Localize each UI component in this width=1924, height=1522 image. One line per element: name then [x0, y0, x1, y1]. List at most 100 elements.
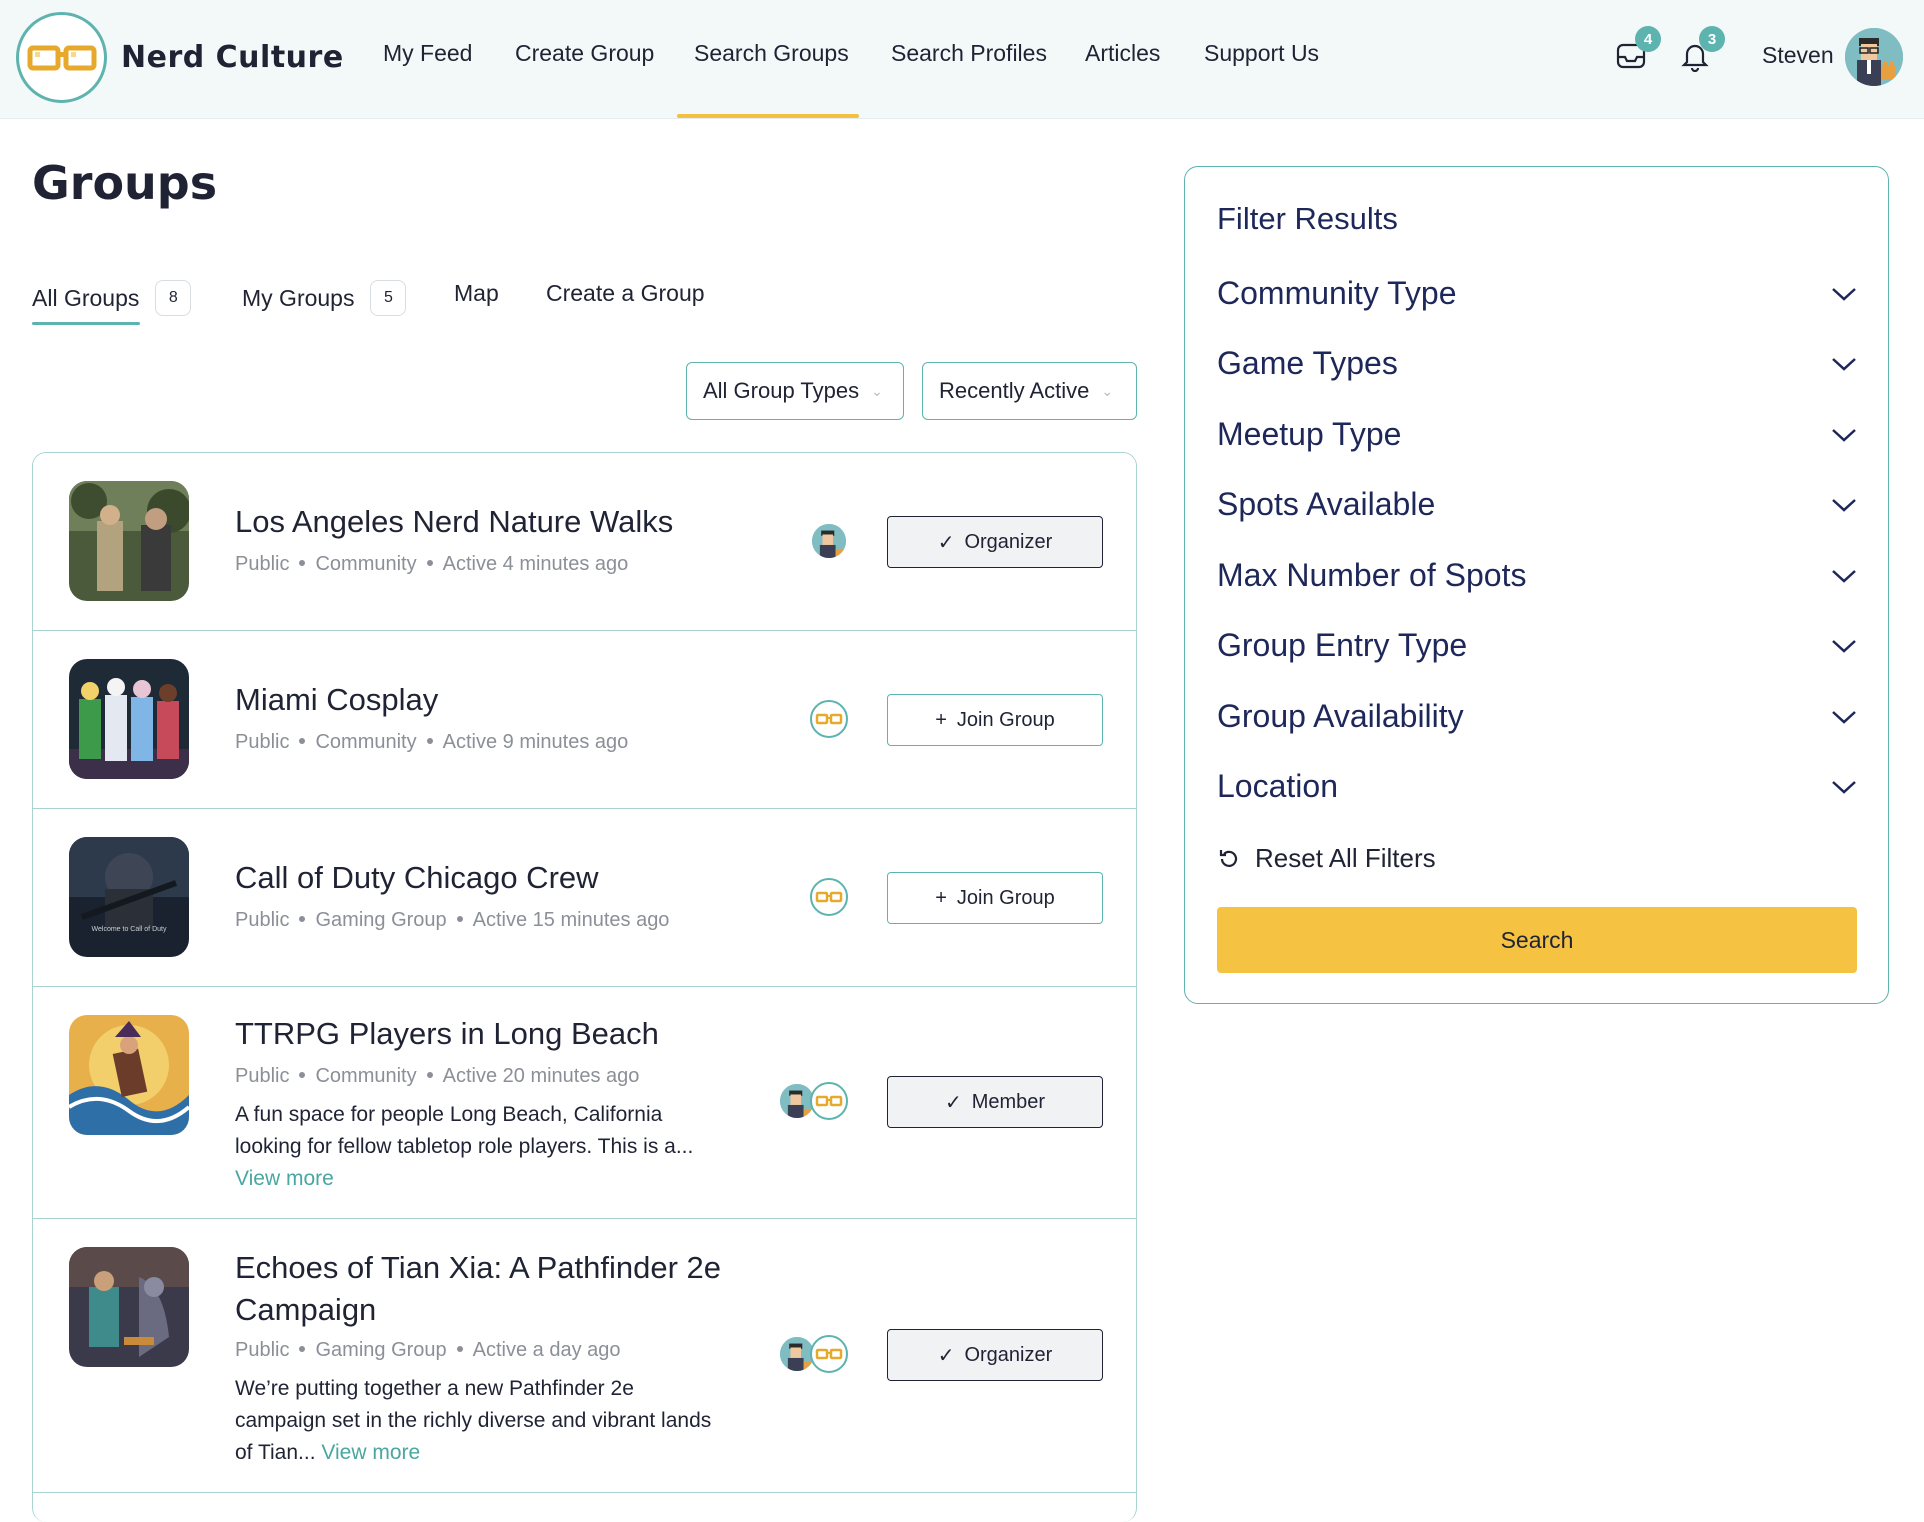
reset-all-filters-button[interactable]: Reset All Filters: [1217, 843, 1436, 874]
tab-label: Map: [454, 280, 499, 306]
sort-select[interactable]: Recently Active ⌄: [922, 362, 1137, 420]
group-activity: Active 9 minutes ago: [442, 731, 629, 753]
group-row[interactable]: Echoes of Tian Xia: A Pathfinder 2e Camp…: [33, 1219, 1136, 1493]
group-thumbnail[interactable]: Welcome to Call of Duty: [69, 837, 189, 957]
button-label: Join Group: [956, 886, 1055, 909]
view-more-link[interactable]: View more: [235, 1163, 755, 1195]
separator-dot: [426, 559, 433, 566]
filter-panel: Filter Results Community Type Game Types…: [1184, 166, 1889, 1004]
description-line: looking for fellow tabletop role players…: [235, 1135, 694, 1158]
group-row[interactable]: Welcome to Call of Duty Call of Duty Chi…: [33, 809, 1136, 987]
group-name[interactable]: Echoes of Tian Xia: A Pathfinder 2e Camp…: [235, 1247, 721, 1331]
tab-my-groups[interactable]: My Groups 5: [242, 280, 407, 316]
view-more-link[interactable]: View more: [321, 1441, 420, 1464]
organizer-button[interactable]: ✓ Organizer: [887, 1329, 1103, 1381]
group-name[interactable]: TTRPG Players in Long Beach: [235, 1013, 659, 1055]
group-meta: Public Gaming Group Active a day ago: [235, 1339, 621, 1362]
chevron-down-icon: [1832, 428, 1856, 442]
brand-logo[interactable]: Nerd Culture: [16, 12, 344, 103]
chevron-down-icon: [1832, 710, 1856, 724]
check-icon: ✓: [937, 531, 955, 554]
group-name[interactable]: Miami Cosplay: [235, 679, 438, 721]
separator-dot: [299, 1345, 306, 1352]
chevron-down-icon: [1832, 287, 1856, 301]
chevron-down-icon: [1832, 357, 1856, 371]
group-type-select-value: All Group Types: [703, 378, 860, 403]
group-meta: Public Community Active 4 minutes ago: [235, 553, 628, 576]
join-group-button[interactable]: + Join Group: [887, 694, 1103, 746]
description-line: of Tian... View more: [235, 1437, 755, 1469]
group-thumbnail[interactable]: [69, 659, 189, 779]
group-row[interactable]: Miami Cosplay Public Community Active 9 mi…: [33, 631, 1136, 809]
group-type-select[interactable]: All Group Types ⌄: [686, 362, 904, 420]
tab-create-a-group[interactable]: Create a Group: [546, 280, 705, 307]
filter-spots-available[interactable]: Spots Available: [1217, 486, 1857, 523]
sort-select-value: Recently Active: [939, 378, 1090, 403]
group-name[interactable]: Call of Duty Chicago Crew: [235, 857, 599, 899]
member-avatar: [810, 522, 848, 560]
member-button[interactable]: ✓ Member: [887, 1076, 1103, 1128]
tab-label: My Groups: [242, 284, 355, 311]
tab-count-badge: 8: [155, 280, 192, 316]
separator-dot: [299, 737, 306, 744]
button-label: Join Group: [956, 708, 1055, 731]
group-visibility: Public: [235, 731, 290, 753]
nav-search-profiles[interactable]: Search Profiles: [891, 40, 1047, 67]
inbox-button[interactable]: 4: [1611, 26, 1661, 76]
filter-label: Location: [1217, 768, 1338, 804]
description-line: We’re putting together a new Pathfinder …: [235, 1377, 634, 1400]
group-name[interactable]: Los Angeles Nerd Nature Walks: [235, 501, 673, 543]
join-group-button[interactable]: + Join Group: [887, 872, 1103, 924]
filter-label: Group Availability: [1217, 698, 1464, 734]
group-thumbnail[interactable]: [69, 481, 189, 601]
group-visibility: Public: [235, 909, 290, 931]
description-line: A fun space for people Long Beach, Calif…: [235, 1103, 663, 1126]
group-type: Community: [315, 553, 417, 575]
nav-articles[interactable]: Articles: [1085, 40, 1160, 67]
nav-create-group[interactable]: Create Group: [515, 40, 654, 67]
filter-group-entry-type[interactable]: Group Entry Type: [1217, 627, 1857, 664]
group-visibility: Public: [235, 1065, 290, 1087]
group-thumbnail[interactable]: [69, 1247, 189, 1367]
check-icon: ✓: [944, 1091, 962, 1114]
user-name[interactable]: Steven: [1762, 42, 1834, 69]
separator-dot: [456, 915, 463, 922]
filter-community-type[interactable]: Community Type: [1217, 275, 1857, 312]
nav-support-us[interactable]: Support Us: [1204, 40, 1319, 67]
filter-group-availability[interactable]: Group Availability: [1217, 698, 1857, 735]
button-label: Member: [971, 1090, 1046, 1113]
chevron-down-icon: ⌄: [1101, 382, 1114, 399]
chevron-down-icon: [1832, 569, 1856, 583]
organizer-button[interactable]: ✓ Organizer: [887, 516, 1103, 568]
nav-search-groups[interactable]: Search Groups: [694, 40, 849, 67]
group-meta: Public Community Active 20 minutes ago: [235, 1065, 639, 1088]
nav-my-feed[interactable]: My Feed: [383, 40, 472, 67]
group-thumbnail[interactable]: [69, 1015, 189, 1135]
filter-location[interactable]: Location: [1217, 768, 1857, 805]
group-type: Community: [315, 1065, 417, 1087]
chevron-down-icon: [1832, 780, 1856, 794]
separator-dot: [299, 559, 306, 566]
filter-meetup-type[interactable]: Meetup Type: [1217, 416, 1857, 453]
top-navigation-bar: Nerd Culture My Feed Create Group Search…: [0, 0, 1924, 119]
filter-game-types[interactable]: Game Types: [1217, 345, 1857, 382]
group-type: Gaming Group: [315, 1339, 447, 1361]
notifications-button[interactable]: 3: [1675, 26, 1725, 76]
button-label: Organizer: [964, 1343, 1053, 1366]
reset-label: Reset All Filters: [1255, 843, 1436, 873]
description-line-end: of Tian...: [235, 1441, 316, 1464]
group-description: We’re putting together a new Pathfinder …: [235, 1373, 755, 1469]
group-row[interactable]: TTRPG Players in Long Beach Public Commun…: [33, 987, 1136, 1219]
filter-label: Game Types: [1217, 345, 1398, 381]
tab-label: All Groups: [32, 284, 140, 311]
group-row[interactable]: Los Angeles Nerd Nature Walks Public Comm…: [33, 453, 1136, 631]
tab-all-groups[interactable]: All Groups 8: [32, 280, 192, 316]
page-title: Groups: [32, 156, 218, 210]
tab-map[interactable]: Map: [454, 280, 499, 307]
user-avatar[interactable]: [1845, 28, 1903, 86]
thumbnail-caption: Welcome to Call of Duty: [92, 926, 167, 933]
filter-max-number-of-spots[interactable]: Max Number of Spots: [1217, 557, 1857, 594]
group-meta: Public Community Active 9 minutes ago: [235, 731, 628, 754]
search-button[interactable]: Search: [1217, 907, 1857, 973]
group-meta: Public Gaming Group Active 15 minutes ago: [235, 909, 669, 932]
